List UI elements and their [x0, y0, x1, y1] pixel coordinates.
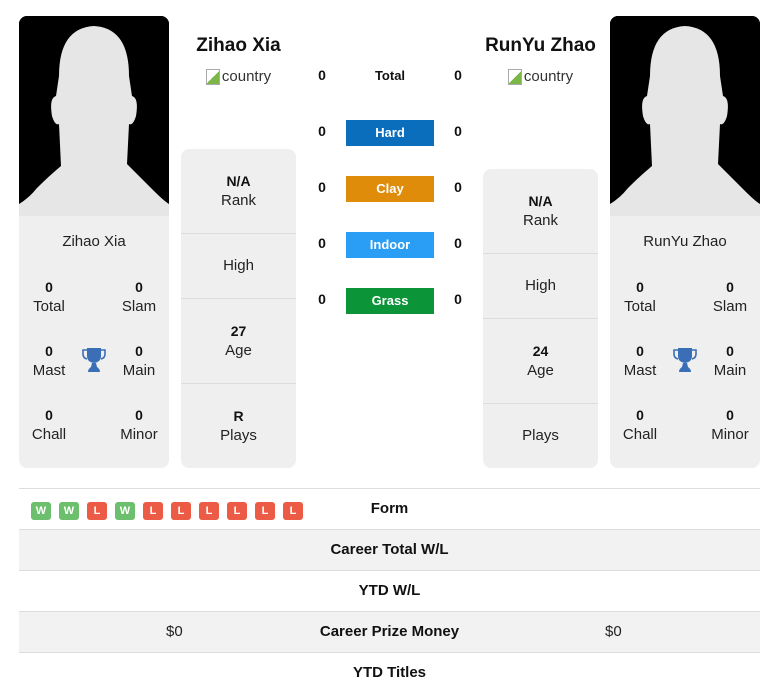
comparison-row-ytd-wl: YTD W/L [19, 570, 760, 611]
comparison-row-career-wl: Career Total W/L [19, 529, 760, 570]
h2h-hard-row: 0 Hard 0 [312, 119, 468, 147]
player-right-photo [610, 16, 760, 216]
player-right-titles-card: RunYu Zhao 0 Total 0 Slam 0 Mast 0 Main 0 Cha… [610, 216, 760, 468]
player-left-profile: N/A Rank High 27 Age R Plays [181, 149, 296, 468]
surface-hard-button[interactable]: Hard [346, 120, 434, 146]
flag-icon [205, 68, 220, 85]
player-left-photo [19, 16, 169, 216]
h2h-indoor-row: 0 Indoor 0 [312, 231, 468, 259]
comparison-row-ytd-titles: YTD Titles [19, 652, 760, 693]
stat-slam: 0 Slam [712, 279, 748, 315]
stat-total: 0 Total [33, 279, 65, 315]
h2h-total-label: Total [374, 68, 406, 83]
profile-plays: R Plays [220, 408, 257, 444]
stat-total: 0 Total [624, 279, 656, 315]
stat-chall: 0 Chall [31, 407, 67, 443]
h2h-grass-row: 0 Grass 0 [312, 287, 468, 315]
profile-high: High [483, 254, 598, 319]
h2h-total-row: 0 Total 0 [312, 63, 468, 91]
comparison-row-prize-money: $0 Career Prize Money $0 [19, 611, 760, 652]
stat-slam: 0 Slam [121, 279, 157, 315]
stat-chall: 0 Chall [622, 407, 658, 443]
stat-mast: 0 Mast [623, 343, 657, 379]
profile-high: High [181, 234, 296, 299]
player-left-name[interactable]: Zihao Xia [181, 35, 296, 57]
surface-indoor-button[interactable]: Indoor [346, 232, 434, 258]
surface-clay-button[interactable]: Clay [346, 176, 434, 202]
player-left-titles-card: Zihao Xia 0 Total 0 Slam 0 Mast 0 Main 0 Chal… [19, 216, 169, 468]
silhouette-icon [19, 16, 169, 216]
player-left-country: country [181, 68, 296, 85]
silhouette-icon [610, 16, 760, 216]
trophy-icon [82, 347, 106, 378]
stat-mast: 0 Mast [32, 343, 66, 379]
profile-rank: N/A Rank [181, 149, 296, 234]
stat-main: 0 Main [122, 343, 156, 379]
player-right-country: country [483, 68, 598, 85]
h2h-clay-row: 0 Clay 0 [312, 175, 468, 203]
stat-minor: 0 Minor [120, 407, 158, 443]
stat-minor: 0 Minor [711, 407, 749, 443]
profile-rank: N/A Rank [483, 169, 598, 254]
player-right-name[interactable]: RunYu Zhao [483, 35, 598, 57]
surface-grass-button[interactable]: Grass [346, 288, 434, 314]
stat-main: 0 Main [713, 343, 747, 379]
form-row: WWLWLLLLLL Form [19, 488, 760, 529]
player-right-card-name: RunYu Zhao [643, 233, 727, 250]
trophy-icon [673, 347, 697, 378]
profile-age: 24 Age [483, 319, 598, 404]
profile-age: 27 Age [181, 299, 296, 384]
flag-icon [507, 68, 522, 85]
profile-plays: Plays [522, 427, 559, 444]
form-label: Form [370, 500, 409, 517]
player-right-profile: N/A Rank High 24 Age Plays [483, 169, 598, 468]
player-left-card-name: Zihao Xia [62, 233, 126, 250]
